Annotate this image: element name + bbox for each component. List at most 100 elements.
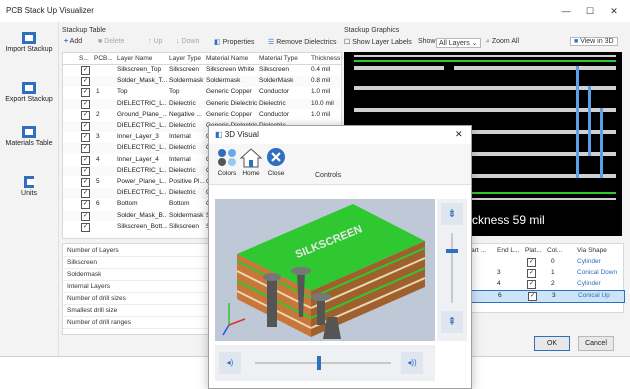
properties-button[interactable]: ◧ Properties [214, 38, 254, 46]
via-plated-checkbox[interactable]: ✓ [527, 269, 536, 278]
maximize-button[interactable]: ☐ [578, 4, 602, 18]
material-name-cell: Generic Copper [206, 110, 252, 118]
property-label: Number of Layers [67, 247, 119, 254]
collapse-layers-button[interactable]: ⇞ [441, 311, 463, 333]
via-plated-checkbox[interactable]: ✓ [528, 292, 537, 301]
layer-visible-checkbox[interactable]: ✓ [81, 144, 90, 154]
3d-viewport[interactable]: SILKSCREEN [215, 199, 435, 341]
col-header-selected[interactable]: S... [79, 55, 93, 62]
ok-button[interactable]: OK [534, 336, 570, 351]
layer-visible-checkbox[interactable]: ✓ [81, 155, 90, 165]
layer-visible-checkbox[interactable]: ✓ [81, 77, 90, 87]
via-cylinder-b [317, 297, 325, 325]
show-layers-select[interactable]: All Layers ⌄ [436, 38, 481, 48]
material-type-cell: Silkscreen [259, 66, 289, 73]
delete-button[interactable]: ■ Delete [98, 38, 124, 45]
layer-name-cell: DIELECTRIC_L... [117, 144, 167, 152]
stackup-toolbar: + Add ■ Delete ↑ Up ↓ Down ◧ Properties … [62, 38, 340, 50]
units-button[interactable]: Units [4, 176, 54, 197]
remove-dielectrics-button[interactable]: ☰ Remove Dielectrics [268, 38, 337, 46]
add-button[interactable]: + Add [64, 38, 82, 45]
materials-table-label: Materials Table [5, 140, 53, 147]
layer-visible-checkbox[interactable]: ✓ [81, 66, 90, 75]
layer-visible-checkbox[interactable]: ✓ [81, 133, 90, 143]
layer-type-cell: Dielectric [169, 166, 196, 174]
material-name-cell: Generic Copper [206, 88, 252, 96]
layer-name-cell: Inner_Layer_4 [117, 155, 159, 163]
table-row[interactable]: ✓ 1 Top Top Generic Copper Conductor 1.0 mil [63, 87, 341, 98]
material-type-cell: SolderMask [259, 77, 294, 85]
layer-mask-top [354, 60, 616, 62]
title-bar: PCB Stack Up Visualizer — ☐ ✕ [0, 0, 630, 22]
col-header-material-name[interactable]: Material Name [206, 55, 258, 62]
vertical-slider-thumb[interactable] [446, 249, 458, 253]
layer-visible-checkbox[interactable]: ✓ [81, 166, 90, 176]
layer-visible-checkbox[interactable]: ✓ [81, 99, 90, 109]
dialog-close-button[interactable]: ✕ [455, 129, 463, 140]
via-end-cell: 6 [498, 292, 502, 299]
cancel-button[interactable]: Cancel [578, 336, 614, 351]
horizontal-slider-track[interactable] [255, 362, 391, 364]
thickness-cell: 0.4 mil [311, 66, 331, 73]
pcb-layer-number-cell: 5 [96, 178, 100, 185]
table-row[interactable]: ✓DIELECTRIC_L...DielectricGeneric Dielec… [63, 98, 341, 110]
close-button[interactable]: ✕ [602, 4, 626, 18]
layer-type-cell: Dielectric [169, 122, 196, 129]
layer-visible-checkbox[interactable]: ✓ [81, 211, 90, 221]
vertical-slider-track[interactable] [451, 233, 453, 303]
expand-layers-button[interactable]: ⇟ [441, 203, 463, 225]
vertical-controls: ⇟ ⇞ [437, 199, 467, 341]
pcb-layer-number-cell: 4 [96, 155, 100, 163]
zoom-out-button[interactable]: ◂) [219, 352, 241, 374]
layer-visible-checkbox[interactable]: ✓ [81, 88, 90, 98]
layer-top-b [454, 66, 616, 70]
dialog-close-tool-button[interactable] [265, 147, 287, 171]
table-row[interactable]: ✓ 2 Ground_Plane_... Negative ... Generic Co… [63, 110, 341, 121]
down-button[interactable]: ↓ Down [176, 38, 199, 45]
table-row[interactable]: ✓ Solder_Mask_T... Soldermask Soldermask Sol… [63, 76, 341, 87]
zoom-in-button[interactable]: ◂)) [401, 352, 423, 374]
layer-name-cell: Solder_Mask_T... [117, 77, 167, 85]
show-layer-labels-checkbox[interactable]: ☐ Show Layer Labels [344, 38, 412, 46]
table-row[interactable]: ✓ Silkscreen_Top Silkscreen Silkscreen Whit… [63, 65, 341, 76]
colors-button[interactable] [215, 147, 239, 171]
up-button[interactable]: ↑ Up [148, 38, 162, 45]
materials-table-button[interactable]: Materials Table [4, 126, 54, 147]
col-header-thickness[interactable]: Thickness [311, 55, 341, 62]
layer-visible-checkbox[interactable]: ✓ [81, 178, 90, 187]
zoom-all-button[interactable]: ⌕ Zoom All [486, 38, 519, 46]
plus-icon: + [64, 38, 69, 45]
col-header-layer-type[interactable]: Layer Type [169, 55, 205, 62]
sidebar: Import Stackup Export Stackup Materials … [0, 22, 59, 356]
via-color-cell: 3 [552, 292, 556, 299]
layer-visible-checkbox[interactable]: ✓ [81, 222, 90, 232]
stackup-graphics-group-label: Stackup Graphics [344, 27, 400, 34]
via-col-end[interactable]: End L... [497, 247, 519, 254]
layer-visible-checkbox[interactable]: ✓ [81, 110, 90, 120]
layer-visible-checkbox[interactable]: ✓ [81, 122, 90, 131]
layer-name-cell: Solder_Mask_B... [117, 211, 167, 219]
layer-name-cell: Silkscreen_Bott... [117, 222, 167, 230]
col-header-material-type[interactable]: Material Type [259, 55, 307, 62]
via-plated-checkbox[interactable]: ✓ [527, 258, 536, 267]
via-col-plated[interactable]: Plat... [525, 247, 542, 254]
import-stackup-button[interactable]: Import Stackup [4, 32, 54, 53]
layer-name-cell: Silkscreen_Top [117, 66, 162, 73]
minimize-button[interactable]: — [554, 4, 578, 18]
export-stackup-button[interactable]: Export Stackup [4, 82, 54, 103]
col-header-pcb[interactable]: PCB... [94, 55, 112, 62]
layer-visible-checkbox[interactable]: ✓ [81, 200, 90, 210]
material-name-cell: Silkscreen White [206, 66, 255, 73]
via-end-cell: 4 [497, 280, 501, 287]
horizontal-slider-thumb[interactable] [317, 356, 321, 370]
via-color-cell: 0 [551, 258, 555, 265]
home-button[interactable] [239, 147, 263, 171]
3d-visual-dialog: ◧ 3D Visual ✕ Colors Home Close Controls… [208, 125, 472, 389]
layer-name-cell: DIELECTRIC_L... [117, 122, 167, 129]
view-in-3d-button[interactable]: ■ View in 3D [570, 37, 618, 46]
via-col-shape[interactable]: Via Shape [577, 247, 607, 254]
layer-visible-checkbox[interactable]: ✓ [81, 189, 90, 199]
via-col-color[interactable]: Col... [547, 247, 562, 254]
via-plated-checkbox[interactable]: ✓ [527, 280, 536, 289]
col-header-layer-name[interactable]: Layer Name [117, 55, 167, 62]
